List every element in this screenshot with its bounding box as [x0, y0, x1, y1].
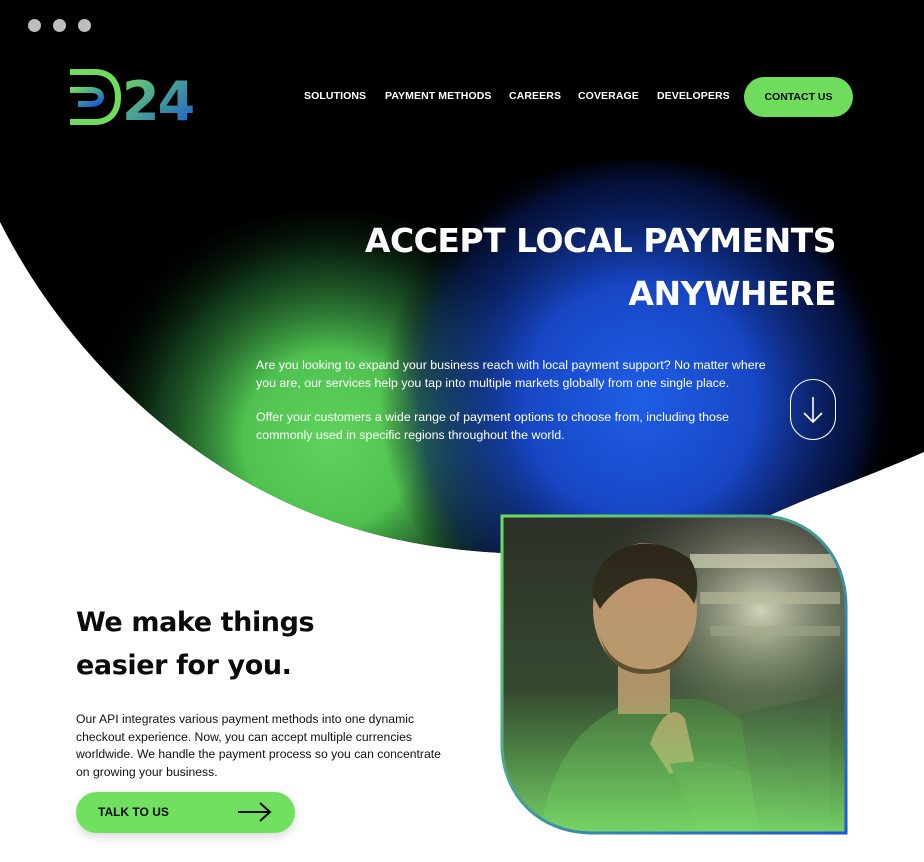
- nav-item-careers[interactable]: CAREERS: [509, 90, 561, 102]
- hero-photo: [500, 514, 848, 835]
- window-controls: [28, 19, 91, 32]
- window-dot: [53, 19, 66, 32]
- window-dot: [28, 19, 41, 32]
- hero-title-line2: ANYWHERE: [628, 274, 836, 313]
- section-title: We make things easier for you.: [76, 601, 315, 687]
- window-dot: [78, 19, 91, 32]
- scroll-down-button[interactable]: [790, 379, 836, 440]
- nav-item-developers[interactable]: DEVELOPERS: [657, 90, 730, 102]
- section-title-line1: We make things: [76, 607, 315, 638]
- arrow-right-icon: [238, 802, 272, 822]
- talk-to-us-label: TALK TO US: [98, 805, 169, 819]
- hero-title: ACCEPT LOCAL PAYMENTS ANYWHERE: [316, 214, 837, 320]
- d24-logo[interactable]: 24: [68, 68, 202, 126]
- svg-text:24: 24: [122, 70, 194, 126]
- hero-title-line1: ACCEPT LOCAL PAYMENTS: [364, 221, 837, 260]
- talk-to-us-button[interactable]: TALK TO US: [76, 792, 295, 833]
- hero-paragraph: Are you looking to expand your business …: [256, 358, 766, 390]
- hero-paragraph: Offer your customers a wide range of pay…: [256, 410, 729, 442]
- arrow-down-icon: [803, 396, 823, 423]
- nav-item-payment-methods[interactable]: PAYMENT METHODS: [385, 90, 492, 102]
- nav-item-coverage[interactable]: COVERAGE: [578, 90, 639, 102]
- nav-item-solutions[interactable]: SOLUTIONS: [304, 90, 366, 102]
- section-title-line2: easier for you.: [76, 650, 292, 681]
- section-description: Our API integrates various payment metho…: [76, 712, 441, 779]
- contact-us-button[interactable]: CONTACT US: [744, 77, 853, 117]
- hero-description: Are you looking to expand your business …: [256, 357, 766, 461]
